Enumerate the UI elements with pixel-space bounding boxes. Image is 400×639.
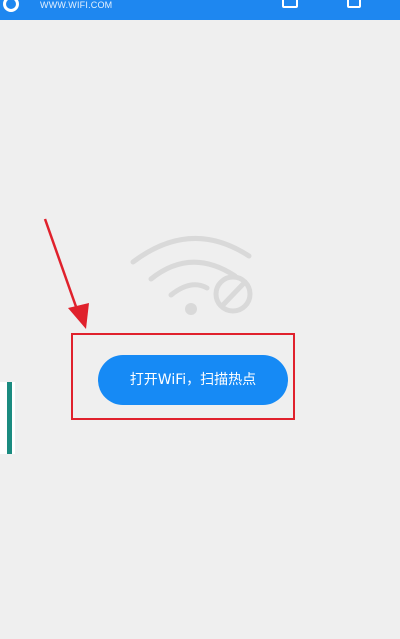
wifi-arc-middle <box>148 259 238 282</box>
arrow-shaft <box>43 218 82 319</box>
wifi-dot <box>185 303 197 315</box>
app-screen: WWW.WIFI.COM 打开WiFi，扫描热点 <box>0 0 400 639</box>
arrow-head <box>68 303 89 329</box>
wifi-arc-inner <box>168 282 210 298</box>
app-subtitle: WWW.WIFI.COM <box>40 0 113 10</box>
side-drawer-handle[interactable] <box>0 382 15 454</box>
disabled-slash <box>219 279 248 309</box>
open-wifi-scan-button[interactable]: 打开WiFi，扫描热点 <box>98 355 288 405</box>
top-app-bar: WWW.WIFI.COM <box>0 0 400 20</box>
side-drawer-handle-bar <box>7 382 12 454</box>
toolbar-menu-icon[interactable] <box>347 0 361 8</box>
toolbar-action-icon[interactable] <box>282 0 298 8</box>
app-logo-icon[interactable] <box>3 0 19 12</box>
wifi-arc-outer <box>130 236 252 265</box>
wifi-disabled-icon <box>130 236 253 315</box>
